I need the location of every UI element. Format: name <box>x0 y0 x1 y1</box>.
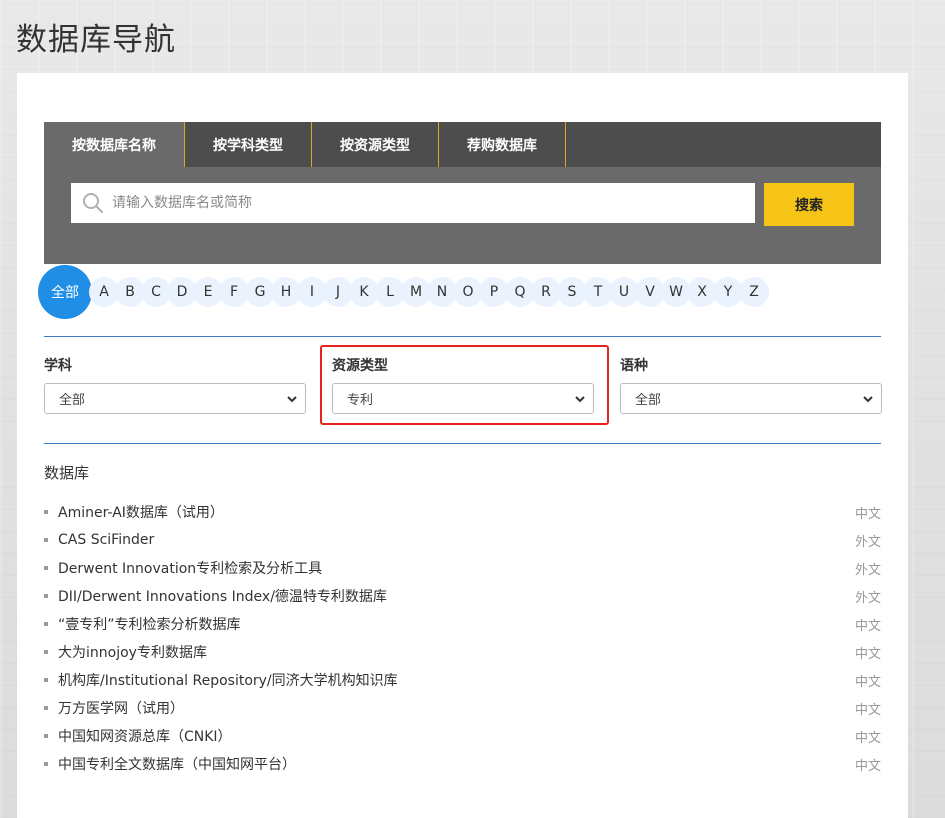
bullet-icon <box>44 650 48 654</box>
database-language: 中文 <box>854 674 881 690</box>
bullet-icon <box>44 566 48 570</box>
chevron-down-icon <box>863 396 873 403</box>
database-list-item: DII/Derwent Innovations Index/德温特专利数据库 外文 <box>44 582 881 610</box>
language-select[interactable]: 全部 <box>620 383 882 414</box>
database-link[interactable]: 万方医学网（试用） <box>58 698 184 718</box>
bullet-icon <box>44 762 48 766</box>
database-list-item: CAS SciFinder 外文 <box>44 526 881 554</box>
database-language: 中文 <box>854 618 881 634</box>
database-link[interactable]: 中国专利全文数据库（中国知网平台） <box>58 754 296 774</box>
search-icon <box>83 193 103 213</box>
database-link[interactable]: 大为innojoy专利数据库 <box>58 642 207 662</box>
search-button[interactable]: 搜索 <box>764 183 854 226</box>
language-filter: 语种 全部 <box>620 356 882 414</box>
bullet-icon <box>44 678 48 682</box>
database-language: 中文 <box>854 702 881 718</box>
subject-filter-label: 学科 <box>44 358 72 374</box>
database-language: 外文 <box>854 534 881 550</box>
database-link[interactable]: Derwent Innovation专利检索及分析工具 <box>58 558 322 578</box>
tab-by-resource-type[interactable]: 按资源类型 <box>312 122 439 167</box>
divider <box>44 336 881 337</box>
database-link[interactable]: CAS SciFinder <box>58 532 154 548</box>
database-link[interactable]: 机构库/Institutional Repository/同济大学机构知识库 <box>58 670 398 690</box>
alphabet-letter-z[interactable]: Z <box>739 277 769 307</box>
alphabet-all-button[interactable]: 全部 <box>38 265 92 319</box>
database-language: 中文 <box>854 646 881 662</box>
database-link[interactable]: 中国知网资源总库（CNKI） <box>58 726 232 746</box>
database-list-item: 中国专利全文数据库（中国知网平台） 中文 <box>44 750 881 778</box>
database-link[interactable]: DII/Derwent Innovations Index/德温特专利数据库 <box>58 586 387 606</box>
database-language: 外文 <box>854 590 881 606</box>
subject-select[interactable]: 全部 <box>44 383 306 414</box>
database-list-item: “壹专利”专利检索分析数据库 中文 <box>44 610 881 638</box>
database-language: 中文 <box>854 758 881 774</box>
search-input[interactable] <box>112 184 755 222</box>
tab-bar: 按数据库名称 按学科类型 按资源类型 荐购数据库 <box>44 122 881 167</box>
database-language: 外文 <box>854 562 881 578</box>
database-list-item: 大为innojoy专利数据库 中文 <box>44 638 881 666</box>
database-list-heading: 数据库 <box>44 464 90 482</box>
tab-recommend-database[interactable]: 荐购数据库 <box>439 122 566 167</box>
database-list-item: Derwent Innovation专利检索及分析工具 外文 <box>44 554 881 582</box>
search-panel: 按数据库名称 按学科类型 按资源类型 荐购数据库 搜索 <box>44 122 881 264</box>
subject-select-value: 全部 <box>59 393 86 408</box>
database-link[interactable]: Aminer-AI数据库（试用） <box>58 502 224 522</box>
database-list-item: 机构库/Institutional Repository/同济大学机构知识库 中文 <box>44 666 881 694</box>
bullet-icon <box>44 734 48 738</box>
language-select-value: 全部 <box>635 393 662 408</box>
divider <box>44 443 881 444</box>
bullet-icon <box>44 510 48 514</box>
content-card: 按数据库名称 按学科类型 按资源类型 荐购数据库 搜索 全部 ABCDEFGHI… <box>17 73 908 818</box>
subject-filter: 学科 全部 <box>44 356 306 414</box>
tab-by-subject[interactable]: 按学科类型 <box>185 122 312 167</box>
bullet-icon <box>44 594 48 598</box>
database-list-item: 中国知网资源总库（CNKI） 中文 <box>44 722 881 750</box>
bullet-icon <box>44 538 48 542</box>
page-title: 数据库导航 <box>16 22 176 58</box>
tab-by-database-name[interactable]: 按数据库名称 <box>44 122 185 167</box>
bullet-icon <box>44 706 48 710</box>
chevron-down-icon <box>287 396 297 403</box>
bullet-icon <box>44 622 48 626</box>
database-list-item: Aminer-AI数据库（试用） 中文 <box>44 498 881 526</box>
language-filter-label: 语种 <box>620 358 648 374</box>
search-box <box>71 183 755 223</box>
highlight-annotation <box>320 345 609 425</box>
database-language: 中文 <box>854 506 881 522</box>
database-list-item: 万方医学网（试用） 中文 <box>44 694 881 722</box>
database-list: Aminer-AI数据库（试用） 中文 CAS SciFinder 外文 Derwent… <box>44 498 881 778</box>
database-language: 中文 <box>854 730 881 746</box>
database-link[interactable]: “壹专利”专利检索分析数据库 <box>58 614 241 634</box>
